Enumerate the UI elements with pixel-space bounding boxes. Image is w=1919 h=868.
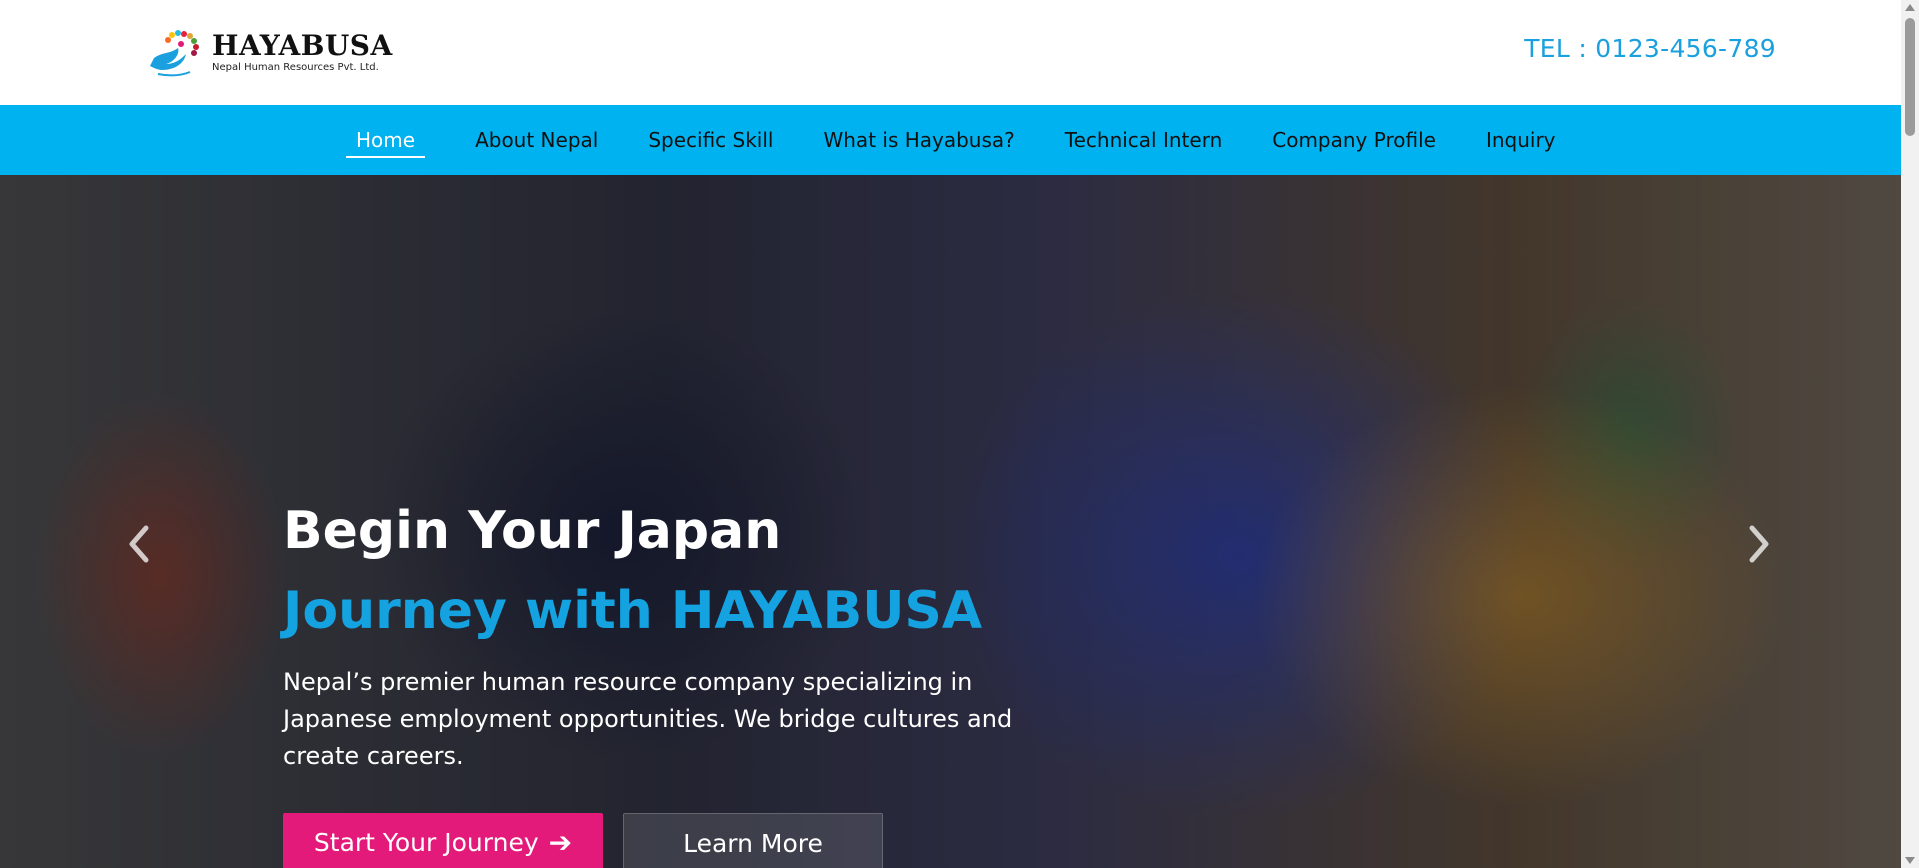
phone-number[interactable]: TEL : 0123-456-789 xyxy=(1524,34,1776,63)
main-nav: Home About Nepal Specific Skill What is … xyxy=(0,105,1901,175)
scroll-up-icon[interactable] xyxy=(1905,4,1915,11)
page: HAYABUSA Nepal Human Resources Pvt. Ltd.… xyxy=(0,0,1901,868)
hero-buttons: Start Your Journey ➔ Learn More xyxy=(283,813,883,868)
hero-description: Nepal’s premier human resource company s… xyxy=(283,668,1013,770)
nav-item-about-nepal[interactable]: About Nepal xyxy=(475,128,598,152)
brand-subtitle: Nepal Human Resources Pvt. Ltd. xyxy=(212,62,379,73)
arrow-right-icon: ➔ xyxy=(548,825,573,859)
chevron-right-icon[interactable] xyxy=(1738,520,1778,568)
hero-title-line2: Journey with HAYABUSA xyxy=(283,581,983,641)
learn-more-button[interactable]: Learn More xyxy=(623,813,883,868)
scrollbar-thumb[interactable] xyxy=(1905,18,1915,136)
hero-content: Begin Your Japan Journey with HAYABUSA N… xyxy=(283,500,1043,799)
nav-item-what-is-hayabusa[interactable]: What is Hayabusa? xyxy=(823,128,1014,152)
nav-item-home[interactable]: Home xyxy=(346,128,426,158)
scroll-down-icon[interactable] xyxy=(1905,857,1915,864)
bird-logo-icon xyxy=(148,24,202,80)
nav-item-specific-skill[interactable]: Specific Skill xyxy=(648,128,773,152)
hero-carousel: Begin Your Japan Journey with HAYABUSA N… xyxy=(0,175,1901,868)
start-journey-button[interactable]: Start Your Journey ➔ xyxy=(283,813,603,868)
nav-item-company-profile[interactable]: Company Profile xyxy=(1272,128,1436,152)
brand-name: HAYABUSA xyxy=(212,29,393,62)
logo[interactable]: HAYABUSA Nepal Human Resources Pvt. Ltd. xyxy=(148,24,393,80)
chevron-left-icon[interactable] xyxy=(120,520,160,568)
site-header: HAYABUSA Nepal Human Resources Pvt. Ltd.… xyxy=(0,0,1901,105)
vertical-scrollbar[interactable] xyxy=(1901,0,1919,868)
nav-item-technical-intern[interactable]: Technical Intern xyxy=(1065,128,1222,152)
start-journey-label: Start Your Journey xyxy=(313,827,539,857)
nav-item-inquiry[interactable]: Inquiry xyxy=(1486,128,1556,152)
learn-more-label: Learn More xyxy=(683,828,823,858)
hero-title-line1: Begin Your Japan xyxy=(283,501,782,561)
